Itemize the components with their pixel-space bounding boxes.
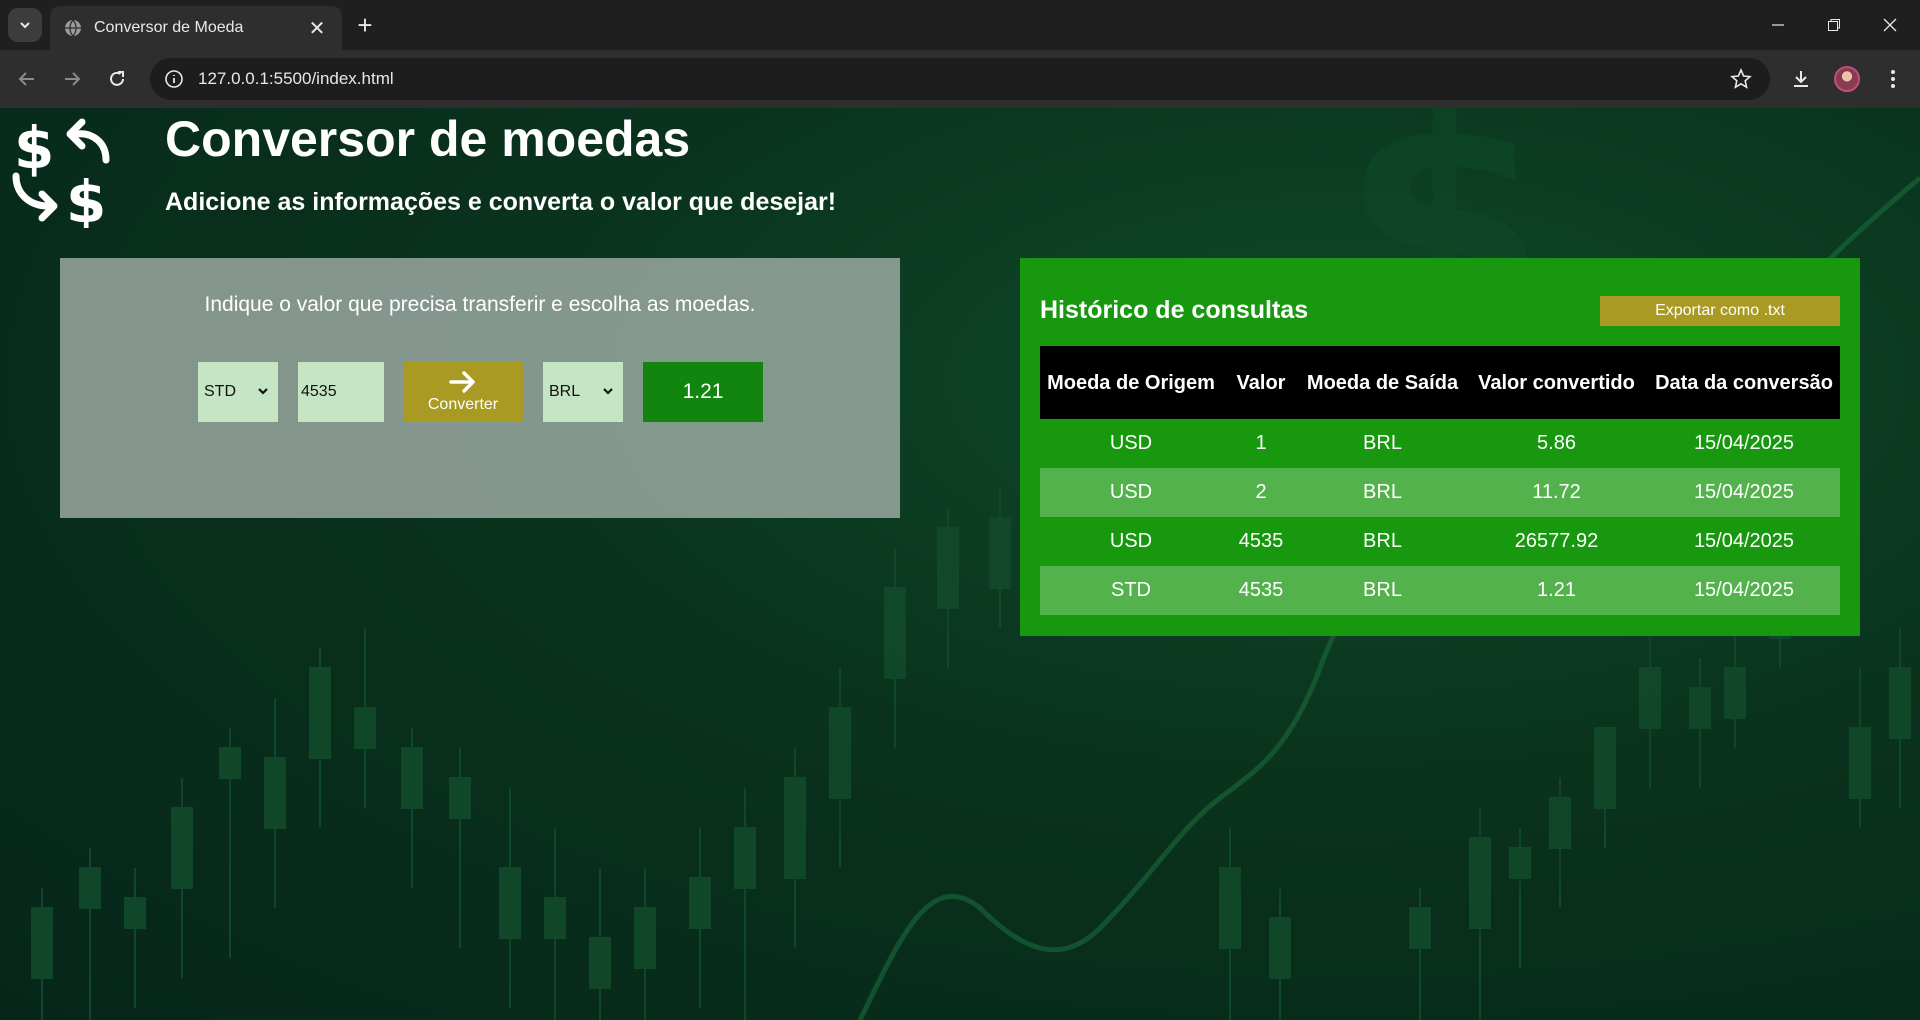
cell-output: BRL <box>1300 566 1465 615</box>
restore-icon[interactable] <box>1806 0 1862 50</box>
browser-tab[interactable]: Conversor de Moeda ✕ <box>50 6 342 50</box>
close-window-icon[interactable] <box>1862 0 1918 50</box>
cell-origin: STD <box>1040 566 1222 615</box>
table-row: STD 4535 BRL 1.21 15/04/2025 <box>1040 566 1840 615</box>
cell-value: 4535 <box>1238 530 1284 552</box>
back-arrow-icon[interactable] <box>10 62 44 96</box>
cell-date: 15/04/2025 <box>1693 432 1795 454</box>
convert-button[interactable]: Converter <box>403 362 523 422</box>
chevron-down-icon <box>603 388 613 395</box>
table-row: USD 2 BRL 11.72 15/04/2025 <box>1040 468 1840 517</box>
cell-converted: 1.21 <box>1465 566 1648 615</box>
column-header-converted: Valor convertido <box>1465 346 1648 419</box>
cell-value: 1 <box>1255 432 1267 454</box>
address-bar[interactable]: 127.0.0.1:5500/index.html <box>150 58 1770 100</box>
tab-title: Conversor de Moeda <box>94 19 244 36</box>
export-txt-button[interactable]: Exportar como .txt <box>1600 296 1840 326</box>
column-header-value: Valor <box>1222 346 1300 419</box>
browser-toolbar: 127.0.0.1:5500/index.html <box>0 50 1920 108</box>
page-title: Conversor de moedas <box>165 111 691 167</box>
star-icon[interactable] <box>1730 68 1752 90</box>
to-currency-select[interactable]: BRL <box>543 362 623 422</box>
browser-tab-bar: Conversor de Moeda ✕ + <box>0 0 1920 50</box>
url-text: 127.0.0.1:5500/index.html <box>198 69 394 88</box>
cell-output: BRL <box>1300 468 1465 517</box>
cell-value: 4535 <box>1222 566 1300 615</box>
profile-button[interactable] <box>1830 62 1864 96</box>
to-currency-value: BRL <box>549 383 581 400</box>
convert-button-label: Converter <box>427 396 499 413</box>
kebab-menu-icon[interactable] <box>1876 62 1910 96</box>
forward-arrow-icon[interactable] <box>55 62 89 96</box>
history-title: Histórico de consultas <box>1040 296 1309 324</box>
avatar <box>1834 66 1860 92</box>
conversion-result: 1.21 <box>643 362 763 422</box>
site-info-icon[interactable] <box>164 69 184 89</box>
cell-origin: USD <box>1109 432 1153 454</box>
column-header-origin: Moeda de Origem <box>1040 346 1222 419</box>
svg-text:$: $ <box>66 168 106 228</box>
cell-converted: 5.86 <box>1537 432 1576 454</box>
column-header-date: Data da conversão <box>1648 346 1840 419</box>
plus-icon[interactable]: + <box>350 10 380 40</box>
cell-output: BRL <box>1363 530 1402 552</box>
tab-search-button[interactable] <box>8 8 42 42</box>
arrow-right-icon <box>449 371 475 393</box>
cell-date: 15/04/2025 <box>1648 468 1840 517</box>
table-row: USD 1 BRL 5.86 15/04/2025 <box>1040 419 1840 468</box>
close-icon[interactable]: ✕ <box>304 15 330 41</box>
reload-icon[interactable] <box>100 62 134 96</box>
table-header-row: Moeda de Origem Valor Moeda de Saída Val… <box>1040 346 1840 419</box>
history-panel: Histórico de consultas Exportar como .tx… <box>1020 258 1860 636</box>
currency-exchange-icon: $ $ <box>12 116 110 228</box>
history-table: Moeda de Origem Valor Moeda de Saída Val… <box>1040 346 1840 615</box>
table-row: USD 4535 BRL 26577.92 15/04/2025 <box>1040 517 1840 566</box>
cell-converted: 11.72 <box>1465 468 1648 517</box>
chevron-down-icon <box>20 22 30 29</box>
page-viewport: $ $ $ Conversor de moedas Adicione as in… <box>0 108 1920 1020</box>
page-subtitle: Adicione as informações e converta o val… <box>165 188 837 216</box>
cell-origin: USD <box>1040 468 1222 517</box>
chevron-down-icon <box>258 388 268 395</box>
cell-converted: 26577.92 <box>1514 530 1599 552</box>
converter-instruction: Indique o valor que precisa transferir e… <box>204 293 756 316</box>
converter-panel: Indique o valor que precisa transferir e… <box>60 258 900 518</box>
cell-origin: USD <box>1109 530 1153 552</box>
svg-text:$: $ <box>14 116 54 182</box>
from-currency-select[interactable]: STD <box>198 362 278 422</box>
download-icon[interactable] <box>1784 62 1818 96</box>
cell-value: 2 <box>1222 468 1300 517</box>
from-currency-value: STD <box>204 383 236 400</box>
minimize-icon[interactable] <box>1750 0 1806 50</box>
globe-icon <box>65 19 81 37</box>
cell-date: 15/04/2025 <box>1648 566 1840 615</box>
amount-input[interactable] <box>298 362 384 422</box>
cell-output: BRL <box>1363 432 1402 454</box>
cell-date: 15/04/2025 <box>1693 530 1795 552</box>
column-header-output: Moeda de Saída <box>1300 346 1465 419</box>
